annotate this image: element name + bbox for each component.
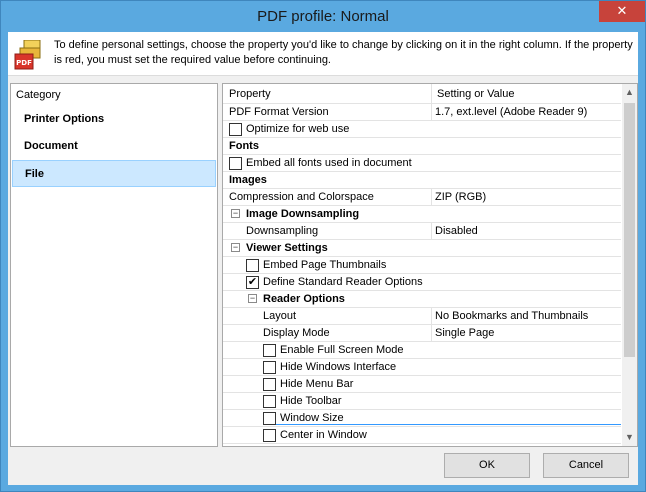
collapse-icon[interactable]: − (248, 294, 257, 303)
property-label: Downsampling (246, 225, 319, 237)
property-value[interactable]: No Bookmarks and Thumbnails (435, 310, 588, 322)
svg-text:PDF: PDF (16, 59, 32, 67)
property-label: Viewer Settings (246, 242, 328, 254)
scroll-down-icon[interactable]: ▼ (622, 429, 637, 446)
checkbox-icon[interactable] (263, 378, 276, 391)
property-label: Layout (263, 310, 297, 322)
pdf-printer-icon: PDF (14, 40, 41, 70)
column-divider (431, 308, 432, 325)
property-row-embed-all-fonts-used-in-document[interactable]: Embed all fonts used in document (223, 155, 621, 172)
column-divider (431, 104, 432, 121)
checkbox-icon[interactable] (263, 361, 276, 374)
info-panel: PDF To define personal settings, choose … (8, 32, 638, 76)
category-item-document[interactable]: Document (12, 133, 216, 160)
collapse-icon[interactable]: − (231, 243, 240, 252)
checkbox-icon[interactable] (229, 157, 242, 170)
ok-button[interactable]: OK (444, 453, 530, 478)
property-row-downsampling[interactable]: Downsampling Disabled (223, 223, 621, 240)
dialog-client: PDF To define personal settings, choose … (8, 32, 638, 485)
property-label: Image Downsampling (246, 208, 360, 220)
info-text: To define personal settings, choose the … (54, 39, 633, 66)
property-row-optimize-for-web-use[interactable]: Optimize for web use (223, 121, 621, 138)
property-value[interactable]: Disabled (435, 225, 478, 237)
category-header: Category (16, 89, 61, 101)
column-divider (431, 325, 432, 342)
property-label: Fonts (229, 140, 259, 152)
column-divider (431, 84, 432, 104)
property-label: Images (229, 174, 267, 186)
property-label: Center in Window (280, 429, 367, 441)
property-row-image-downsampling[interactable]: − Image Downsampling (223, 206, 621, 223)
close-button[interactable]: ✕ (599, 1, 645, 22)
checkbox-icon[interactable] (263, 412, 276, 425)
property-grid-header: Property Setting or Value (223, 84, 621, 104)
property-row-reader-options[interactable]: − Reader Options (223, 291, 621, 308)
property-label: Display Mode (263, 327, 330, 339)
title-bar[interactable]: PDF profile: Normal ✕ (1, 1, 645, 32)
property-grid: Property Setting or Value PDF Format Ver… (222, 83, 638, 447)
property-row-images[interactable]: Images (223, 172, 621, 189)
property-row-hide-windows-interface[interactable]: Hide Windows Interface (223, 359, 621, 376)
category-item-printer-options[interactable]: Printer Options (12, 106, 216, 133)
property-row-center-in-window[interactable]: Center in Window (223, 427, 621, 444)
property-label: Enable Full Screen Mode (280, 344, 404, 356)
column-divider (431, 223, 432, 240)
column-header-property[interactable]: Property (229, 88, 271, 100)
property-label: Reader Options (263, 293, 345, 305)
cancel-button[interactable]: Cancel (543, 453, 629, 478)
property-row-hide-menu-bar[interactable]: Hide Menu Bar (223, 376, 621, 393)
property-label: Hide Menu Bar (280, 378, 354, 390)
scroll-up-icon[interactable]: ▲ (622, 84, 637, 101)
property-row-pdf-format-version[interactable]: PDF Format Version 1.7, ext.level (Adobe … (223, 104, 621, 121)
checkbox-checked-icon[interactable]: ✔ (246, 276, 259, 289)
vertical-scrollbar[interactable]: ▲ ▼ (622, 84, 637, 446)
scrollbar-thumb[interactable] (624, 103, 635, 357)
property-row-fonts[interactable]: Fonts (223, 138, 621, 155)
property-label: Define Standard Reader Options (263, 276, 423, 288)
category-item-file[interactable]: File (12, 160, 216, 187)
checkbox-icon[interactable] (229, 123, 242, 136)
column-divider (431, 189, 432, 206)
property-label: PDF Format Version (229, 106, 329, 118)
property-label: Embed all fonts used in document (246, 157, 412, 169)
focus-indicator (276, 424, 621, 425)
property-label: Embed Page Thumbnails (263, 259, 387, 271)
property-value[interactable]: 1.7, ext.level (Adobe Reader 9) (435, 106, 587, 118)
property-label: Optimize for web use (246, 123, 350, 135)
property-row-viewer-settings[interactable]: − Viewer Settings (223, 240, 621, 257)
property-row-display-mode[interactable]: Display Mode Single Page (223, 325, 621, 342)
window-title: PDF profile: Normal (257, 8, 389, 25)
checkbox-icon[interactable] (246, 259, 259, 272)
property-label: Compression and Colorspace (229, 191, 374, 203)
property-label: Hide Toolbar (280, 395, 342, 407)
property-row-compression-and-colorspace[interactable]: Compression and Colorspace ZIP (RGB) (223, 189, 621, 206)
property-label: Hide Windows Interface (280, 361, 397, 373)
property-row-layout[interactable]: Layout No Bookmarks and Thumbnails (223, 308, 621, 325)
checkbox-icon[interactable] (263, 429, 276, 442)
property-row-enable-full-screen-mode[interactable]: Enable Full Screen Mode (223, 342, 621, 359)
property-label: Window Size (280, 412, 344, 424)
column-header-value[interactable]: Setting or Value (437, 88, 514, 100)
property-value[interactable]: ZIP (RGB) (435, 191, 486, 203)
property-row-hide-toolbar[interactable]: Hide Toolbar (223, 393, 621, 410)
property-row-embed-page-thumbnails[interactable]: Embed Page Thumbnails (223, 257, 621, 274)
checkbox-icon[interactable] (263, 395, 276, 408)
property-value[interactable]: Single Page (435, 327, 494, 339)
property-row-define-standard-reader-options[interactable]: ✔ Define Standard Reader Options (223, 274, 621, 291)
dialog-window: PDF profile: Normal ✕ PDF To define pers… (0, 0, 646, 492)
category-list: Category Printer Options Document File (10, 83, 218, 447)
collapse-icon[interactable]: − (231, 209, 240, 218)
checkbox-icon[interactable] (263, 344, 276, 357)
